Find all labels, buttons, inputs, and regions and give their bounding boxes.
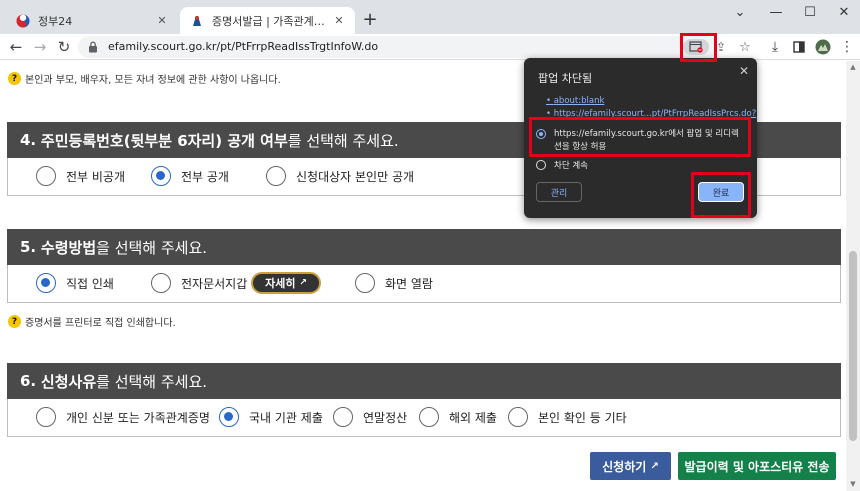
radio-button-selected[interactable]	[151, 166, 171, 186]
bullet-icon: •	[546, 96, 554, 106]
scroll-down-arrow-icon[interactable]: ▼	[849, 480, 857, 488]
section-6-options: 개인 신분 또는 가족관계증명 국내 기관 제출 연말정산 해외 제출 본인 확…	[7, 399, 841, 437]
help-question-icon: ?	[8, 72, 21, 85]
highlight-popup-icon	[680, 33, 717, 62]
continue-blocking-option[interactable]: 차단 계속	[536, 159, 588, 171]
radio-domestic-agency[interactable]: 국내 기관 제출	[219, 407, 323, 427]
section-5-header: 5. 수령방법 을 선택해 주세요.	[7, 229, 841, 265]
radio-self-only-public[interactable]: 신청대상자 본인만 공개	[266, 166, 414, 186]
radio-overseas[interactable]: 해외 제출	[419, 407, 497, 427]
tab-label: 정부24	[38, 14, 73, 28]
highlight-done-button	[691, 172, 751, 218]
lock-icon	[89, 41, 97, 53]
radio-screen-view[interactable]: 화면 열람	[355, 273, 433, 293]
gov24-favicon-icon	[16, 13, 30, 28]
menu-kebab-icon[interactable]: ⋮	[836, 37, 858, 57]
court-favicon-icon	[193, 15, 201, 26]
tab-label: 증명서발급 | 가족관계등록부 | 대한민국 법원	[212, 14, 331, 28]
tab-efamily[interactable]: 증명서발급 | 가족관계등록부 | 대한민국 법원 ✕	[180, 7, 355, 34]
help-note-top: ? 본인과 부모, 배우자, 모든 자녀 정보에 관한 사항이 나옵니다.	[8, 71, 281, 86]
radio-button[interactable]	[419, 407, 439, 427]
bubble-title: 팝업 차단됨	[538, 72, 593, 85]
radio-other[interactable]: 본인 확인 등 기타	[508, 407, 627, 427]
close-window-button[interactable]: ✕	[826, 0, 860, 24]
new-tab-button[interactable]: +	[360, 9, 380, 30]
radio-identity-family[interactable]: 개인 신분 또는 가족관계증명	[36, 407, 210, 427]
tab-close-icon[interactable]: ✕	[331, 13, 347, 29]
highlight-allow-option	[529, 117, 751, 157]
help-question-icon: ?	[8, 315, 21, 328]
radio-button[interactable]	[333, 407, 353, 427]
page-scrollbar[interactable]: ▲ ▼	[846, 61, 860, 491]
radio-button[interactable]	[36, 407, 56, 427]
detail-button[interactable]: 자세히 ↗	[251, 272, 321, 294]
radio-button[interactable]	[151, 273, 171, 293]
reload-icon[interactable]: ↻	[54, 37, 74, 57]
tab-gov24[interactable]: 정부24 ✕	[6, 7, 178, 34]
browser-toolbar: ← → ↻ efamily.scourt.go.kr/pt/PtFrrpRead…	[0, 34, 860, 60]
radio-button[interactable]	[536, 160, 546, 170]
side-panel-icon[interactable]	[788, 37, 810, 57]
radio-button-selected[interactable]	[36, 273, 56, 293]
back-arrow-icon[interactable]: ←	[6, 37, 26, 57]
external-link-icon: ↗	[650, 460, 659, 472]
forward-arrow-icon[interactable]: →	[30, 37, 50, 57]
download-icon[interactable]: ⤓	[764, 37, 786, 57]
external-link-icon: ↗	[299, 278, 307, 288]
radio-e-wallet[interactable]: 전자문서지갑	[151, 273, 247, 293]
radio-all-public[interactable]: 전부 공개	[151, 166, 229, 186]
radio-all-private[interactable]: 전부 비공개	[36, 166, 125, 186]
blocked-popup-link[interactable]: • about:blank	[546, 96, 604, 106]
radio-button[interactable]	[36, 166, 56, 186]
section-6-header: 6. 신청사유 를 선택해 주세요.	[7, 363, 841, 399]
bookmark-star-icon[interactable]: ☆	[736, 39, 754, 55]
minimize-button[interactable]: —	[758, 0, 794, 24]
radio-button[interactable]	[508, 407, 528, 427]
bubble-close-icon[interactable]: ✕	[739, 64, 749, 78]
apply-button[interactable]: 신청하기 ↗	[590, 452, 671, 480]
address-bar[interactable]: efamily.scourt.go.kr/pt/PtFrrpReadIssTrg…	[78, 36, 751, 58]
tab-search-icon[interactable]: ⌄	[722, 0, 758, 24]
radio-print-direct[interactable]: 직접 인쇄	[36, 273, 114, 293]
radio-year-end-tax[interactable]: 연말정산	[333, 407, 407, 427]
issue-history-apostille-button[interactable]: 발급이력 및 아포스티유 전송	[678, 452, 836, 480]
tab-close-icon[interactable]: ✕	[154, 13, 170, 29]
section-5-options: 직접 인쇄 전자문서지갑 자세히 ↗ 화면 열람	[7, 265, 841, 303]
manage-button[interactable]: 관리	[536, 182, 582, 202]
help-note-mid: ? 증명서를 프린터로 직접 인쇄합니다.	[8, 314, 176, 329]
scroll-up-arrow-icon[interactable]: ▲	[849, 63, 857, 71]
radio-button-selected[interactable]	[219, 407, 239, 427]
maximize-button[interactable]: ☐	[792, 0, 828, 24]
url-text: efamily.scourt.go.kr/pt/PtFrrpReadIssTrg…	[108, 40, 379, 53]
radio-button[interactable]	[266, 166, 286, 186]
profile-avatar[interactable]	[812, 37, 834, 57]
browser-title-bar: 정부24 ✕ 증명서발급 | 가족관계등록부 | 대한민국 법원 ✕ + ⌄ —…	[0, 0, 860, 34]
scrollbar-thumb[interactable]	[849, 251, 857, 441]
radio-button[interactable]	[355, 273, 375, 293]
